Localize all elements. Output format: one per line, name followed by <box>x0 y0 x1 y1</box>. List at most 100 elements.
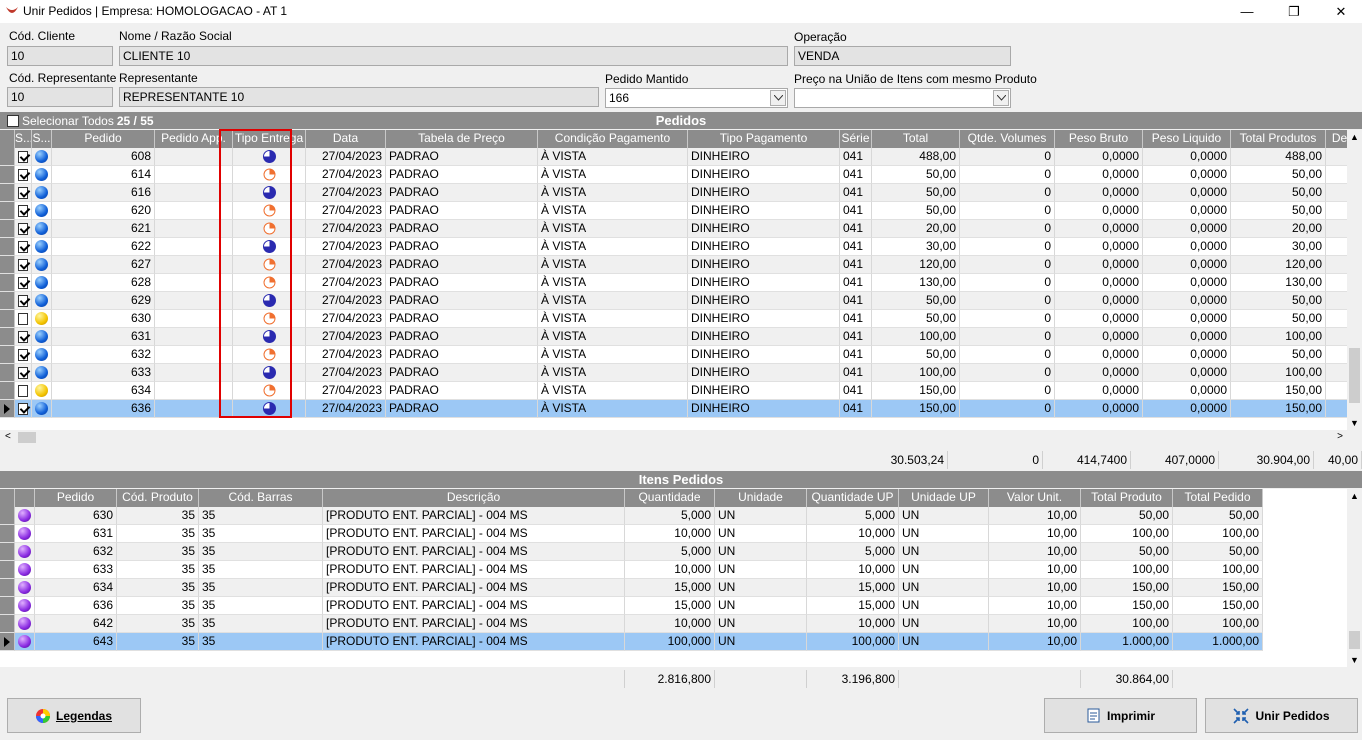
table-row[interactable]: 628 27/04/2023 PADRAO À VISTA DINHEIRO 041 130… <box>0 274 1347 292</box>
table-row[interactable]: 636 27/04/2023 PADRAO À VISTA DINHEIRO 041 150… <box>0 400 1347 418</box>
table-row[interactable]: 643 35 35 [PRODUTO ENT. PARCIAL] - 004 MS 10… <box>0 633 1263 651</box>
row-checkbox[interactable] <box>18 222 28 235</box>
select-cell[interactable] <box>15 202 32 220</box>
table-row[interactable]: 608 27/04/2023 PADRAO À VISTA DINHEIRO 041 488… <box>0 148 1347 166</box>
table-row[interactable]: 642 35 35 [PRODUTO ENT. PARCIAL] - 004 MS 10… <box>0 615 1263 633</box>
table-row[interactable]: 636 35 35 [PRODUTO ENT. PARCIAL] - 004 MS 15… <box>0 597 1263 615</box>
column-header[interactable]: Condição Pagamento <box>538 130 688 148</box>
pedidos-grid[interactable]: S... S... Pedido Pedido App. Tipo Entrega Dat… <box>0 130 1347 430</box>
column-header[interactable]: Tipo Pagamento <box>688 130 840 148</box>
column-header[interactable]: Pedido <box>35 489 117 507</box>
maximize-button[interactable]: ❐ <box>1271 0 1317 23</box>
row-checkbox[interactable] <box>18 294 28 307</box>
select-cell[interactable] <box>15 166 32 184</box>
close-button[interactable]: ✕ <box>1318 0 1362 23</box>
cod-cliente-field[interactable]: 10 <box>7 46 113 66</box>
table-row[interactable]: 630 35 35 [PRODUTO ENT. PARCIAL] - 004 MS 5,… <box>0 507 1263 525</box>
row-checkbox[interactable] <box>18 258 28 271</box>
row-checkbox[interactable] <box>18 186 28 199</box>
scroll-left-icon[interactable]: < <box>5 431 11 442</box>
imprimir-button[interactable]: Imprimir <box>1044 698 1197 733</box>
select-cell[interactable] <box>15 292 32 310</box>
itens-vertical-scrollbar[interactable]: ▲ ▼ <box>1347 489 1362 667</box>
column-header[interactable]: Descrição <box>323 489 625 507</box>
row-checkbox[interactable] <box>18 330 28 343</box>
itens-grid[interactable]: Pedido Cód. Produto Cód. Barras Descrição Qu… <box>0 489 1347 667</box>
column-header[interactable]: Tabela de Preço <box>386 130 538 148</box>
select-cell[interactable] <box>15 328 32 346</box>
column-header[interactable]: Pedido <box>52 130 155 148</box>
legendas-button[interactable]: Legendas <box>7 698 141 733</box>
row-checkbox[interactable] <box>18 240 28 253</box>
column-header[interactable]: Peso Liquido <box>1143 130 1231 148</box>
row-checkbox[interactable] <box>18 312 28 325</box>
row-checkbox[interactable] <box>18 366 28 379</box>
column-header[interactable]: Cód. Barras <box>199 489 323 507</box>
scroll-down-icon[interactable]: ▼ <box>1350 418 1359 428</box>
scroll-up-icon[interactable]: ▲ <box>1350 491 1359 501</box>
table-row[interactable]: 632 35 35 [PRODUTO ENT. PARCIAL] - 004 MS 5,… <box>0 543 1263 561</box>
column-header[interactable]: Pedido App. <box>155 130 233 148</box>
row-checkbox[interactable] <box>18 348 28 361</box>
table-row[interactable]: 633 35 35 [PRODUTO ENT. PARCIAL] - 004 MS 10… <box>0 561 1263 579</box>
column-header[interactable]: Quantidade <box>625 489 715 507</box>
scroll-thumb[interactable] <box>1349 631 1360 649</box>
row-checkbox[interactable] <box>18 402 28 415</box>
column-header[interactable]: Unidade <box>715 489 807 507</box>
column-header[interactable]: Total <box>872 130 960 148</box>
nome-field[interactable]: CLIENTE 10 <box>119 46 788 66</box>
table-row[interactable]: 633 27/04/2023 PADRAO À VISTA DINHEIRO 041 100… <box>0 364 1347 382</box>
row-checkbox[interactable] <box>18 204 28 217</box>
column-header[interactable]: Desc <box>1326 130 1347 148</box>
column-header[interactable]: Quantidade UP <box>807 489 899 507</box>
pedidos-vertical-scrollbar[interactable]: ▲ ▼ <box>1347 130 1362 430</box>
select-cell[interactable] <box>15 274 32 292</box>
preco-uniao-select[interactable] <box>794 88 1011 108</box>
table-row[interactable]: 634 35 35 [PRODUTO ENT. PARCIAL] - 004 MS 15… <box>0 579 1263 597</box>
column-header[interactable]: S... <box>15 130 32 148</box>
column-header[interactable]: Série <box>840 130 872 148</box>
select-cell[interactable] <box>15 310 32 328</box>
table-row[interactable]: 634 27/04/2023 PADRAO À VISTA DINHEIRO 041 150… <box>0 382 1347 400</box>
row-checkbox[interactable] <box>18 384 28 397</box>
column-header[interactable]: Unidade UP <box>899 489 989 507</box>
column-header[interactable]: Peso Bruto <box>1055 130 1143 148</box>
select-all[interactable]: Selecionar Todos 25 / 55 <box>7 114 154 128</box>
select-cell[interactable] <box>15 364 32 382</box>
scroll-right-icon[interactable]: > <box>1337 431 1343 442</box>
column-header[interactable]: Cód. Produto <box>117 489 199 507</box>
row-checkbox[interactable] <box>18 276 28 289</box>
table-row[interactable]: 620 27/04/2023 PADRAO À VISTA DINHEIRO 041 50,… <box>0 202 1347 220</box>
unir-pedidos-button[interactable]: Unir Pedidos <box>1205 698 1358 733</box>
column-header[interactable]: Qtde. Volumes <box>960 130 1055 148</box>
chevron-down-icon[interactable] <box>770 90 786 106</box>
chevron-down-icon[interactable] <box>993 90 1009 106</box>
table-row[interactable]: 631 27/04/2023 PADRAO À VISTA DINHEIRO 041 100… <box>0 328 1347 346</box>
row-checkbox[interactable] <box>18 168 28 181</box>
operacao-field[interactable]: VENDA <box>794 46 1011 66</box>
scroll-thumb[interactable] <box>18 432 36 443</box>
pedido-mantido-select[interactable]: 166 <box>605 88 788 108</box>
cod-representante-field[interactable]: 10 <box>7 87 113 107</box>
scroll-up-icon[interactable]: ▲ <box>1350 132 1359 142</box>
table-row[interactable]: 631 35 35 [PRODUTO ENT. PARCIAL] - 004 MS 10… <box>0 525 1263 543</box>
select-cell[interactable] <box>15 346 32 364</box>
column-header[interactable]: Total Produto <box>1081 489 1173 507</box>
table-row[interactable]: 614 27/04/2023 PADRAO À VISTA DINHEIRO 041 50,… <box>0 166 1347 184</box>
select-cell[interactable] <box>15 238 32 256</box>
row-checkbox[interactable] <box>18 150 28 163</box>
select-cell[interactable] <box>15 184 32 202</box>
table-row[interactable]: 621 27/04/2023 PADRAO À VISTA DINHEIRO 041 20,… <box>0 220 1347 238</box>
column-header[interactable]: Data <box>306 130 386 148</box>
select-cell[interactable] <box>15 148 32 166</box>
pedidos-horizontal-scrollbar[interactable]: < > <box>0 430 1347 445</box>
scroll-thumb[interactable] <box>1349 348 1360 403</box>
table-row[interactable]: 616 27/04/2023 PADRAO À VISTA DINHEIRO 041 50,… <box>0 184 1347 202</box>
table-row[interactable]: 630 27/04/2023 PADRAO À VISTA DINHEIRO 041 50,… <box>0 310 1347 328</box>
column-header[interactable]: Valor Unit. <box>989 489 1081 507</box>
table-row[interactable]: 629 27/04/2023 PADRAO À VISTA DINHEIRO 041 50,… <box>0 292 1347 310</box>
table-row[interactable]: 627 27/04/2023 PADRAO À VISTA DINHEIRO 041 120… <box>0 256 1347 274</box>
column-header[interactable]: Total Pedido <box>1173 489 1263 507</box>
representante-field[interactable]: REPRESENTANTE 10 <box>119 87 599 107</box>
column-header[interactable]: S... <box>32 130 52 148</box>
